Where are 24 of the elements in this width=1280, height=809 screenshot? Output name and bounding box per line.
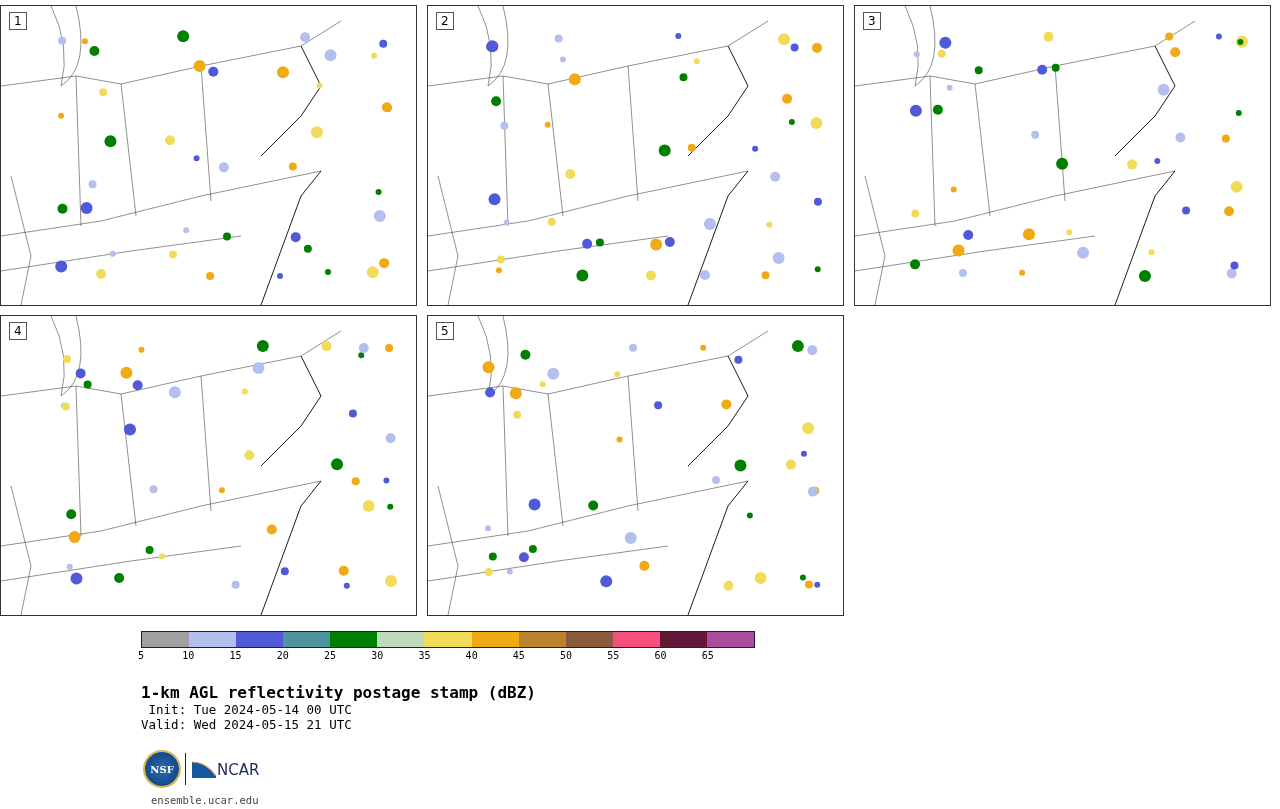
nsf-logo: NSF xyxy=(145,752,179,786)
ncar-logo: NCAR xyxy=(192,760,260,778)
chart-title: 1-km AGL reflectivity postage stamp (dBZ) xyxy=(141,684,537,702)
colorbar-tick-label: 45 xyxy=(512,650,525,662)
colorbar-tick-label: 10 xyxy=(182,650,195,662)
colorbar-tick-label: 5 xyxy=(138,650,144,662)
colorbar-tick-label: 40 xyxy=(465,650,478,662)
panel-number: 3 xyxy=(863,12,881,30)
colorbar-tick-label: 65 xyxy=(701,650,714,662)
init-time: Init: Tue 2024-05-14 00 UTC xyxy=(147,702,353,717)
colorbar-tick-label: 25 xyxy=(323,650,336,662)
colorbar-tick-label: 50 xyxy=(560,650,573,662)
panel-number: 2 xyxy=(436,12,454,30)
valid-time: Valid: Wed 2024-05-15 21 UTC xyxy=(141,717,353,732)
colorbar-tick-label: 60 xyxy=(654,650,667,662)
panel-number: 5 xyxy=(436,322,454,340)
colorbar-tick-label: 20 xyxy=(276,650,289,662)
colorbar-tick-label: 30 xyxy=(371,650,384,662)
colorbar-tick-label: 35 xyxy=(418,650,431,662)
panel-number: 1 xyxy=(9,12,27,30)
panel-number: 4 xyxy=(9,322,27,340)
colorbar-tick-label: 55 xyxy=(607,650,620,662)
website-url: ensemble.ucar.edu xyxy=(151,794,260,806)
colorbar-tick-label: 15 xyxy=(229,650,242,662)
